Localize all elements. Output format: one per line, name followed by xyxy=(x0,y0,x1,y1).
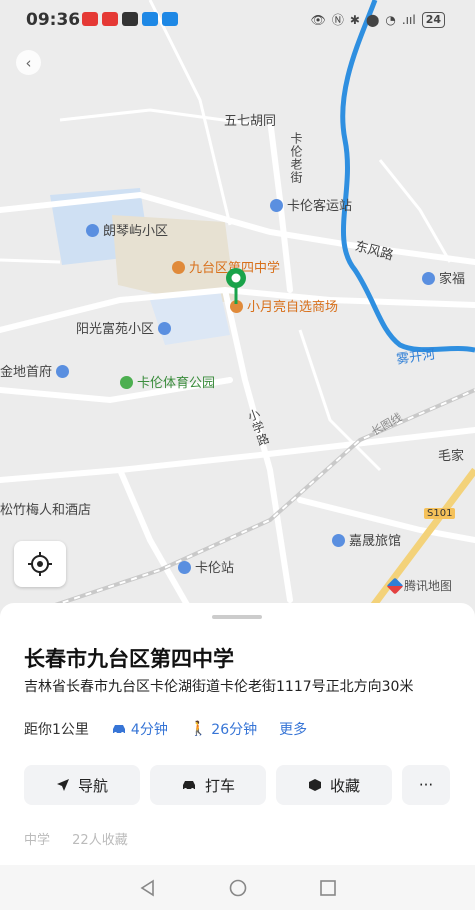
locate-me-button[interactable] xyxy=(14,541,66,587)
back-triangle-icon[interactable] xyxy=(138,878,158,898)
status-bar: 09:36 👁 Ⓝ ✱ ⬤ ◔ .ııl 24 xyxy=(0,0,475,40)
residential-icon xyxy=(56,365,70,378)
poi-label: 小月亮自选商场 xyxy=(247,300,339,315)
map-poi-jiasheng[interactable]: 嘉晟旅馆 xyxy=(332,530,401,549)
more-routes-link[interactable]: 更多 xyxy=(279,719,307,739)
poi-label: 家福 xyxy=(439,272,466,287)
favorite-button[interactable]: 收藏 xyxy=(276,765,392,805)
favorites-count: 22人收藏 xyxy=(72,833,128,848)
favorite-label: 收藏 xyxy=(329,776,360,795)
place-title: 长春市九台区第四中学 xyxy=(24,647,234,671)
back-button[interactable]: ‹ xyxy=(16,50,41,75)
watermark-text: 腾讯地图 xyxy=(404,579,453,593)
car-icon xyxy=(112,725,125,735)
status-indicators: 👁 Ⓝ ✱ ⬤ ◔ .ııl 24 xyxy=(311,11,445,28)
place-tags: 中学 22人收藏 xyxy=(24,829,128,848)
walk-time[interactable]: 🚶 26分钟 xyxy=(190,719,257,739)
signal-icon: .ııl xyxy=(401,12,416,27)
residential-icon xyxy=(86,224,99,237)
map-label-kalun-laojie: 卡伦老街 xyxy=(289,132,303,184)
drive-time-label: 4分钟 xyxy=(130,722,168,738)
taxi-label: 打车 xyxy=(204,776,235,795)
location-pin-icon[interactable] xyxy=(224,266,248,306)
cube-icon xyxy=(308,779,321,791)
map-watermark: 腾讯地图 xyxy=(386,577,453,594)
notification-app-icon xyxy=(142,12,158,26)
car-icon xyxy=(182,781,195,791)
drive-time[interactable]: 4分钟 xyxy=(111,719,168,739)
park-icon xyxy=(120,376,133,389)
map-poi-songzhu[interactable]: 松竹梅人和酒店 xyxy=(0,499,91,518)
bluetooth-icon: ✱ xyxy=(349,12,360,27)
route-summary: 距你1公里 4分钟 🚶 26分钟 更多 xyxy=(24,719,307,739)
more-button[interactable]: ··· xyxy=(402,765,450,805)
recent-apps-square-icon[interactable] xyxy=(318,878,338,898)
poi-label: 卡伦客运站 xyxy=(287,199,353,214)
category-tag: 中学 xyxy=(24,833,51,848)
navigate-button[interactable]: 导航 xyxy=(24,765,140,805)
map-poi-jindi[interactable]: 金地首府 xyxy=(0,361,70,380)
road-shield: S101 xyxy=(424,508,456,519)
drag-handle[interactable] xyxy=(212,615,262,619)
bus-station-icon xyxy=(270,199,283,212)
location-icon: ⬤ xyxy=(365,12,380,27)
poi-label: 金地首府 xyxy=(0,365,53,380)
chevron-left-icon: ‹ xyxy=(25,53,32,72)
tencent-map-logo-icon xyxy=(386,577,404,594)
wifi-icon: ◔ xyxy=(385,12,396,27)
poi-label: 卡伦体育公园 xyxy=(137,376,216,391)
system-nav-bar xyxy=(0,865,475,910)
nfc-icon: Ⓝ xyxy=(331,13,344,27)
walk-time-label: 26分钟 xyxy=(211,722,258,738)
school-icon xyxy=(172,261,185,274)
walking-person-icon: 🚶 xyxy=(189,721,208,737)
home-circle-icon[interactable] xyxy=(228,878,248,898)
map-poi-kalun-station[interactable]: 卡伦站 xyxy=(178,557,234,576)
notification-app-icon xyxy=(122,12,138,26)
more-dots-icon: ··· xyxy=(418,776,434,794)
taxi-button[interactable]: 打车 xyxy=(150,765,266,805)
hotel-icon xyxy=(332,534,345,547)
notification-app-icon xyxy=(102,12,118,26)
map-poi-keyun[interactable]: 卡伦客运站 xyxy=(270,195,352,214)
action-buttons: 导航 打车 收藏 ··· xyxy=(24,765,450,805)
map-poi-tiyu[interactable]: 卡伦体育公园 xyxy=(120,372,215,391)
shop-icon xyxy=(422,272,435,285)
navigate-label: 导航 xyxy=(77,776,108,795)
map-poi-langqin[interactable]: 朗琴屿小区 xyxy=(86,220,168,239)
status-time: 09:36 xyxy=(26,10,81,30)
residential-icon xyxy=(158,322,172,335)
notification-icons xyxy=(82,12,178,26)
map-poi-jiafu[interactable]: 家福 xyxy=(422,268,465,287)
train-station-icon xyxy=(178,561,191,574)
place-detail-sheet[interactable]: 长春市九台区第四中学 吉林省长春市九台区卡伦湖街道卡伦老街1117号正北方向30… xyxy=(0,603,475,865)
battery-icon: 24 xyxy=(421,11,445,28)
map-poi-yangguang[interactable]: 阳光富苑小区 xyxy=(76,318,172,337)
notification-app-icon xyxy=(162,12,178,26)
poi-label: 卡伦站 xyxy=(195,561,235,576)
map-label-wuqi: 五七胡同 xyxy=(224,114,277,129)
poi-label: 嘉晟旅馆 xyxy=(349,534,402,549)
eye-icon: 👁 xyxy=(310,12,326,27)
poi-label: 朗琴屿小区 xyxy=(103,224,169,239)
navigation-arrow-icon xyxy=(56,779,69,791)
notification-app-icon xyxy=(82,12,98,26)
distance-text: 距你1公里 xyxy=(24,722,89,738)
map-label-maojia: 毛家 xyxy=(438,449,465,464)
place-address: 吉林省长春市九台区卡伦湖街道卡伦老街1117号正北方向30米 xyxy=(24,679,414,695)
poi-label: 阳光富苑小区 xyxy=(76,322,155,337)
crosshair-icon xyxy=(28,552,52,576)
